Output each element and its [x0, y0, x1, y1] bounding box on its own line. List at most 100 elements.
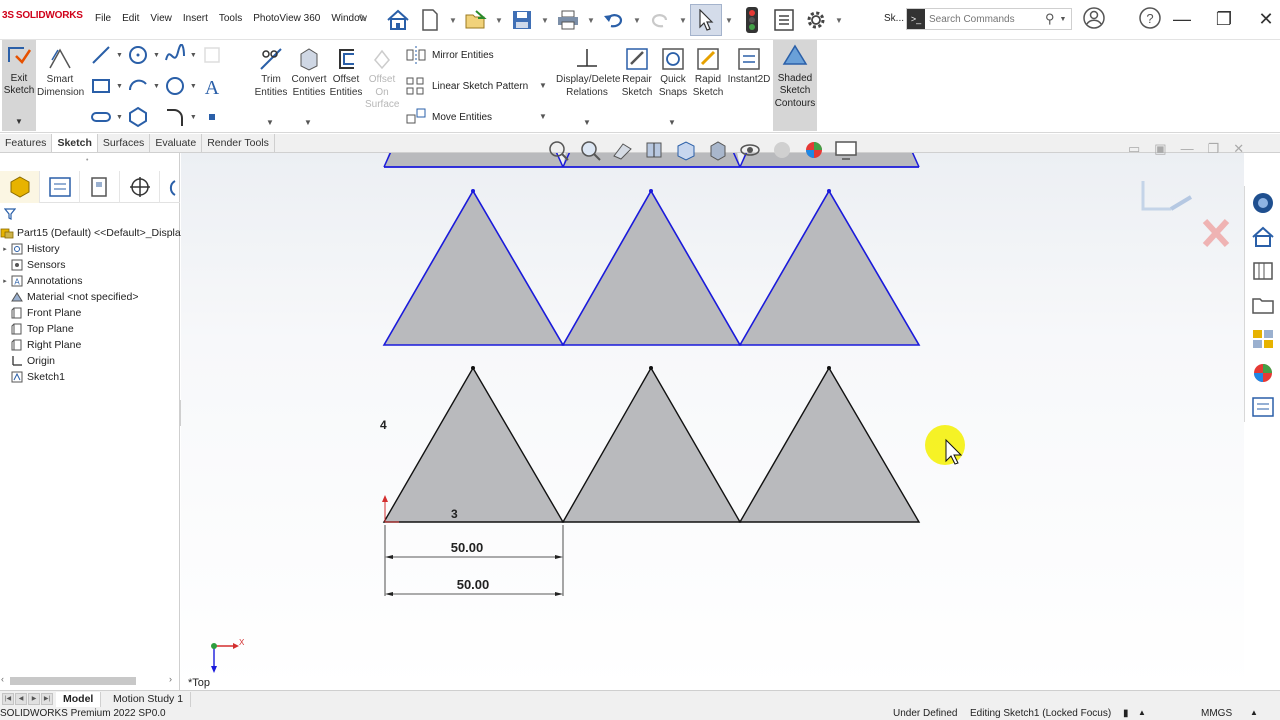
linear-sketch-pattern-button[interactable]: Linear Sketch Pattern — [405, 76, 528, 96]
sketch-point[interactable] — [471, 189, 475, 193]
filter-icon[interactable] — [3, 208, 17, 223]
menu-view[interactable]: View — [150, 13, 172, 24]
menu-tools[interactable]: Tools — [219, 13, 242, 24]
user-account-icon[interactable] — [1082, 6, 1106, 33]
slot-dropdown-icon[interactable]: ▼ — [116, 114, 123, 121]
tree-item-origin[interactable]: Origin — [0, 353, 180, 369]
open-icon[interactable] — [460, 4, 492, 36]
tree-item-front-plane[interactable]: Front Plane — [0, 305, 180, 321]
sketch-point[interactable] — [649, 189, 653, 193]
rapid-sketch-button[interactable]: Rapid Sketch — [691, 42, 725, 99]
status-rebuild-icon[interactable]: ▮ — [1123, 708, 1129, 719]
save-icon[interactable] — [506, 4, 538, 36]
arc-icon[interactable] — [127, 75, 149, 97]
previous-view-icon[interactable] — [609, 138, 635, 162]
solidworks-resources-icon[interactable] — [1245, 186, 1280, 220]
menu-photoview[interactable]: PhotoView 360 — [253, 13, 320, 24]
view-orientation-icon[interactable] — [673, 138, 699, 162]
rebuild-traffic-light-icon[interactable] — [736, 4, 768, 36]
repair-sketch-button[interactable]: Repair Sketch — [620, 42, 654, 99]
undo-dropdown-icon[interactable]: ▼ — [630, 16, 644, 25]
sketch-point[interactable] — [649, 366, 653, 370]
pin-icon[interactable]: ✎ — [358, 12, 367, 25]
convert-dropdown-icon[interactable]: ▼ — [304, 118, 312, 127]
convert-entities-button[interactable]: Convert Entities — [290, 42, 328, 99]
status-dropdown-icon[interactable]: ▲ — [1138, 708, 1146, 717]
fillet-dropdown-icon[interactable]: ▼ — [190, 114, 197, 121]
line-dropdown-icon[interactable]: ▼ — [116, 52, 123, 59]
text-icon[interactable]: A — [201, 75, 223, 97]
sketch-triangle[interactable] — [382, 366, 565, 523]
fillet-icon[interactable] — [164, 106, 186, 128]
edit-appearance-icon[interactable] — [769, 138, 795, 162]
property-manager-tab-icon[interactable] — [40, 170, 80, 203]
instant2d-button[interactable]: Instant2D — [727, 42, 771, 87]
redo-icon[interactable] — [644, 4, 676, 36]
spline-icon[interactable] — [164, 44, 186, 66]
design-library-icon[interactable] — [1245, 220, 1280, 254]
ellipse-dropdown-icon[interactable]: ▼ — [190, 83, 197, 90]
ellipse-icon[interactable] — [164, 75, 186, 97]
tree-item-sketch1[interactable]: Sketch1 — [0, 369, 180, 385]
tree-horizontal-scrollbar[interactable]: ‹ › — [0, 674, 180, 688]
relations-dropdown-icon[interactable]: ▼ — [583, 118, 591, 127]
tree-item-material[interactable]: Material <not specified> — [0, 289, 180, 305]
file-properties-icon[interactable] — [768, 4, 800, 36]
tab-model[interactable]: Model — [56, 692, 102, 707]
tree-item-right-plane[interactable]: Right Plane — [0, 337, 180, 353]
tree-root-part[interactable]: Part15 (Default) <<Default>_Display — [0, 225, 186, 241]
zoom-to-fit-icon[interactable] — [545, 138, 571, 162]
sketch-triangle[interactable] — [384, 153, 563, 167]
circle-icon[interactable] — [127, 44, 149, 66]
select-cursor-icon[interactable] — [690, 4, 722, 36]
circle-dropdown-icon[interactable]: ▼ — [153, 52, 160, 59]
sketch-triangle[interactable] — [561, 366, 742, 523]
document-close-icon[interactable]: ✕ — [1233, 141, 1244, 157]
tab-render-tools[interactable]: Render Tools — [202, 134, 275, 152]
tab-features[interactable]: Features — [0, 134, 53, 152]
solidworks-logo[interactable]: 3S SOLIDWORKS — [2, 10, 83, 21]
exit-sketch-dropdown-icon[interactable]: ▼ — [2, 116, 36, 129]
move-dropdown-icon[interactable]: ▼ — [539, 112, 547, 121]
expand-arrow-icon[interactable]: ▸ — [0, 245, 10, 253]
search-icon[interactable]: ⚲ — [1045, 11, 1055, 27]
restore-icon[interactable]: ❐ — [1210, 6, 1238, 32]
sketch-triangle-selected[interactable] — [738, 189, 921, 346]
graphics-viewport[interactable]: 3 4 50.00 50.00 X *Top — [181, 153, 1244, 690]
mirror-entities-button[interactable]: Mirror Entities — [405, 45, 494, 65]
menu-edit[interactable]: Edit — [122, 13, 139, 24]
trim-entities-button[interactable]: Trim Entities — [252, 42, 290, 99]
display-delete-relations-button[interactable]: Display/Delete Relations — [556, 42, 620, 99]
tab-surfaces[interactable]: Surfaces — [98, 134, 151, 152]
scroll-right-icon[interactable]: › — [169, 674, 172, 684]
sketch-point[interactable] — [827, 189, 831, 193]
dimension-value-2[interactable]: 50.00 — [437, 577, 509, 592]
hide-show-items-icon[interactable] — [737, 138, 763, 162]
offset-entities-button[interactable]: Offset Entities — [328, 42, 364, 99]
spline-dropdown-icon[interactable]: ▼ — [190, 52, 197, 59]
sketch-point[interactable] — [827, 366, 831, 370]
new-dropdown-icon[interactable]: ▼ — [446, 16, 460, 25]
display-manager-tab-icon[interactable] — [160, 171, 180, 203]
panel-grip-icon[interactable]: • — [86, 157, 88, 164]
open-dropdown-icon[interactable]: ▼ — [492, 16, 506, 25]
feature-manager-tab-icon[interactable] — [0, 170, 40, 203]
options-dropdown-icon[interactable]: ▼ — [832, 16, 846, 25]
dimxpert-manager-tab-icon[interactable] — [120, 170, 160, 203]
sketch-triangle-selected[interactable] — [382, 189, 565, 346]
undo-icon[interactable] — [598, 4, 630, 36]
options-gear-icon[interactable] — [800, 4, 832, 36]
search-dropdown-icon[interactable]: ▼ — [1060, 16, 1067, 23]
exit-sketch-button[interactable]: Exit Sketch ▼ — [2, 40, 36, 131]
apply-scene-icon[interactable] — [801, 138, 827, 162]
quick-snaps-button[interactable]: Quick Snaps — [656, 42, 690, 99]
pattern-dropdown-icon[interactable]: ▼ — [539, 81, 547, 90]
close-icon[interactable]: ✕ — [1252, 6, 1280, 32]
status-units[interactable]: MMGS — [1201, 708, 1232, 719]
folder-icon[interactable] — [1245, 288, 1280, 322]
menu-insert[interactable]: Insert — [183, 13, 208, 24]
next-tab-icon[interactable]: ▶ — [28, 693, 40, 705]
expand-arrow-icon[interactable]: ▸ — [0, 277, 10, 285]
menu-file[interactable]: File — [95, 13, 111, 24]
section-view-icon[interactable] — [641, 138, 667, 162]
